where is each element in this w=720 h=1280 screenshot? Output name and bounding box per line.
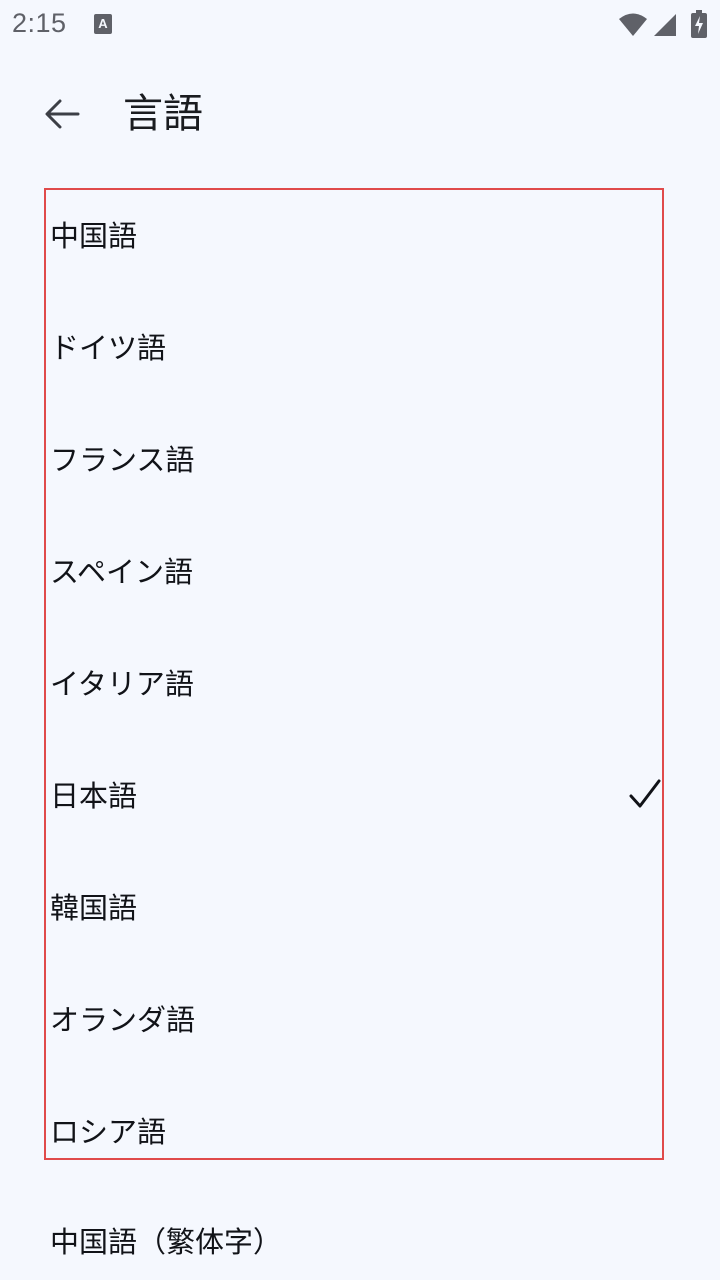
keyboard-a-icon: A <box>94 14 112 34</box>
language-item-russian[interactable]: ロシア語 <box>46 1086 662 1198</box>
language-item-japanese[interactable]: 日本語 <box>46 750 662 862</box>
checkmark-icon <box>629 779 661 808</box>
back-button[interactable] <box>30 86 94 142</box>
language-item-french[interactable]: フランス語 <box>46 414 662 526</box>
cellular-signal-icon <box>654 14 676 36</box>
language-label: 中国語（繁体字） <box>50 1225 283 1259</box>
language-item-spanish[interactable]: スペイン語 <box>46 526 662 638</box>
language-label: ドイツ語 <box>50 331 167 365</box>
svg-text:A: A <box>98 16 108 31</box>
language-label: フランス語 <box>50 443 195 477</box>
language-list: 中国語 ドイツ語 フランス語 スペイン語 イタリア語 日本語 韓国語 オランダ語… <box>44 188 664 1160</box>
language-item-german[interactable]: ドイツ語 <box>46 302 662 414</box>
language-label: スペイン語 <box>50 555 193 589</box>
language-label: ロシア語 <box>50 1115 167 1149</box>
language-item-korean[interactable]: 韓国語 <box>46 862 662 974</box>
language-item-italian[interactable]: イタリア語 <box>46 638 662 750</box>
status-bar: 2:15 A <box>0 0 720 52</box>
language-label: イタリア語 <box>50 667 194 701</box>
language-label: 韓国語 <box>50 891 138 925</box>
language-label: オランダ語 <box>50 1003 196 1037</box>
language-item-chinese[interactable]: 中国語 <box>46 190 662 302</box>
app-bar: 言語 <box>0 70 720 160</box>
language-label: 中国語 <box>50 219 138 253</box>
page-title: 言語 <box>123 91 203 137</box>
wifi-icon <box>619 13 647 36</box>
battery-charging-icon <box>691 10 707 38</box>
status-time: 2:15 <box>12 8 67 38</box>
language-item-dutch[interactable]: オランダ語 <box>46 974 662 1086</box>
arrow-back-icon <box>45 99 80 129</box>
language-item-traditional-chinese[interactable]: 中国語（繁体字） <box>46 1200 666 1280</box>
language-label: 日本語 <box>50 779 138 813</box>
